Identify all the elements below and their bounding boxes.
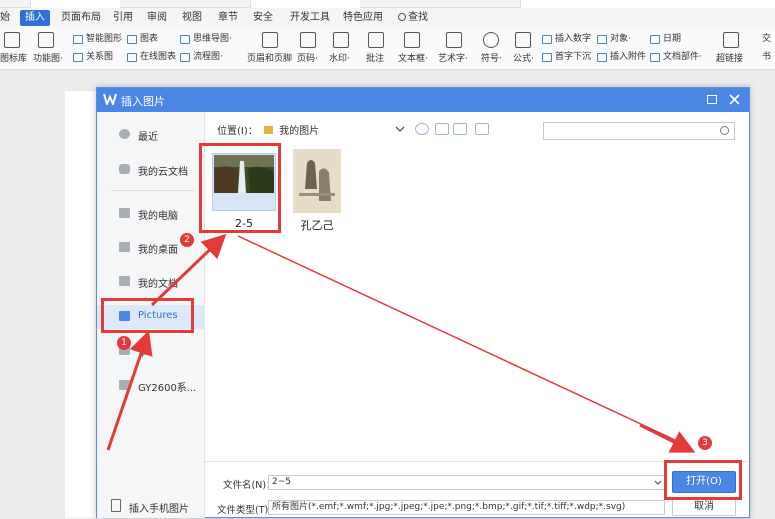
annotation-arrows bbox=[106, 233, 696, 453]
step-badge-3: 3 bbox=[698, 436, 712, 450]
arrow-step-3-line bbox=[237, 235, 689, 447]
arrow-step-3 bbox=[639, 423, 696, 453]
arrow-step-2 bbox=[150, 233, 227, 307]
step-badge-2: 2 bbox=[180, 233, 194, 247]
arrow-step-1 bbox=[106, 330, 153, 451]
step-badge-1: 1 bbox=[117, 336, 131, 350]
